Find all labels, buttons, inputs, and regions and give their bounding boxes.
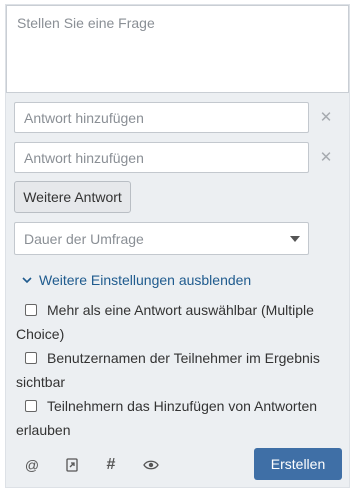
caret-down-icon bbox=[290, 236, 300, 242]
checkbox[interactable] bbox=[25, 400, 37, 412]
checkbox[interactable] bbox=[25, 352, 37, 364]
hashtag-icon[interactable]: # bbox=[103, 457, 119, 473]
option-label: Benutzernamen der Teilnehmer im Ergebnis… bbox=[16, 350, 320, 390]
option-label: Mehr als eine Antwort auswählbar (Multip… bbox=[16, 302, 314, 342]
close-icon[interactable]: ✕ bbox=[319, 150, 333, 165]
duration-select[interactable]: Dauer der Umfrage bbox=[14, 222, 309, 255]
duration-placeholder: Dauer der Umfrage bbox=[24, 231, 144, 247]
create-button[interactable]: Erstellen bbox=[254, 448, 342, 480]
option-allow-add-answers[interactable]: Teilnehmern das Hinzufügen von Antworten… bbox=[16, 394, 346, 442]
option-multiple-choice[interactable]: Mehr als eine Antwort auswählbar (Multip… bbox=[16, 298, 346, 346]
answer-placeholder: Antwort hinzufügen bbox=[24, 110, 144, 126]
question-placeholder: Stellen Sie eine Frage bbox=[17, 15, 155, 31]
question-input[interactable]: Stellen Sie eine Frage bbox=[6, 5, 349, 93]
option-label: Teilnehmern das Hinzufügen von Antworten… bbox=[16, 398, 318, 438]
option-show-usernames[interactable]: Benutzernamen der Teilnehmer im Ergebnis… bbox=[16, 346, 346, 394]
settings-toggle-label: Weitere Einstellungen ausblenden bbox=[39, 272, 252, 288]
settings-toggle[interactable]: Weitere Einstellungen ausblenden bbox=[20, 271, 251, 289]
eye-icon[interactable] bbox=[143, 457, 159, 473]
answer-placeholder: Antwort hinzufügen bbox=[24, 150, 144, 166]
answer-input-2[interactable]: Antwort hinzufügen bbox=[14, 142, 309, 173]
at-icon[interactable]: @ bbox=[24, 457, 40, 473]
poll-composer: Stellen Sie eine Frage Antwort hinzufüge… bbox=[5, 4, 350, 488]
checkbox[interactable] bbox=[25, 304, 37, 316]
chevron-down-icon bbox=[22, 277, 32, 284]
answer-input-1[interactable]: Antwort hinzufügen bbox=[14, 102, 309, 133]
link-icon[interactable] bbox=[64, 457, 80, 473]
close-icon[interactable]: ✕ bbox=[319, 110, 333, 125]
add-answer-button[interactable]: Weitere Antwort bbox=[14, 181, 131, 213]
